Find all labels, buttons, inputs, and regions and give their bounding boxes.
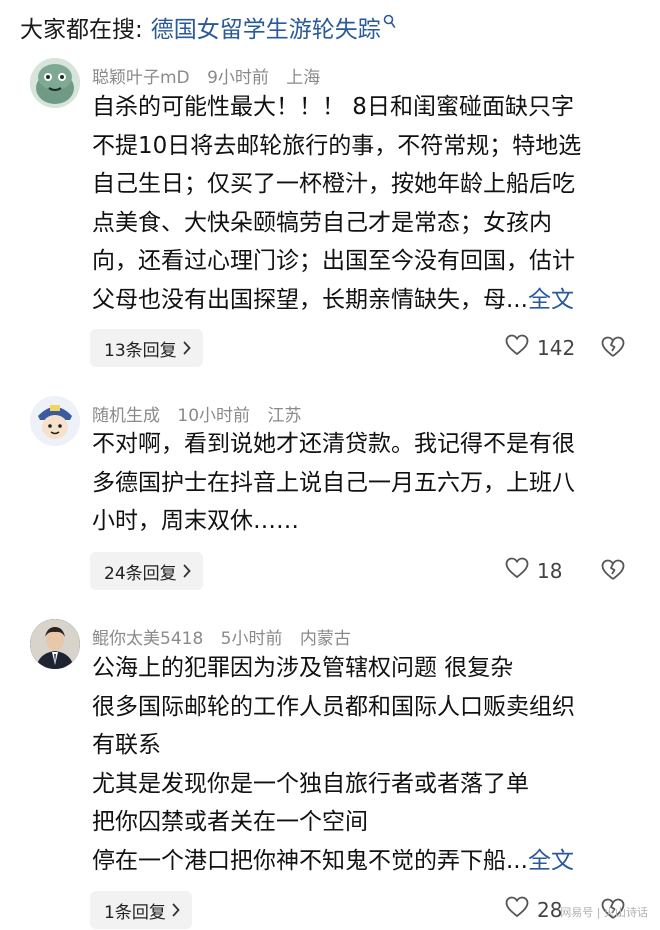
comment-line: 不对啊，看到说她才还清贷款。我记得不是有很 [92,431,575,457]
comment-line: 有联系 [92,732,161,758]
broken-heart-icon [601,559,625,580]
comment-line: 自杀的可能性最大！！！ 8日和闺蜜碰面缺只字 [92,94,574,120]
comment-line: 多德国护士在抖音上说自己一月五六万，上班八 [92,469,575,496]
comment-line: 停在一个港口把你神不知鬼不觉的弄下船... [92,847,528,874]
timestamp: 5小时前 [220,629,283,649]
username[interactable]: 随机生成 [92,406,160,426]
location: 内蒙古 [299,629,351,649]
heart-icon[interactable] [505,557,529,584]
like-count: 28 [537,897,563,922]
trending-search-label: 大家都在搜: [20,17,143,43]
replies-count: 1条回复 [104,902,166,923]
comment-line: 尤其是发现你是一个独自旅行者或者落了单 [92,770,529,797]
replies-count: 13条回复 [104,340,177,361]
comment-line: 小时，周末双休…… [92,508,299,534]
heart-icon[interactable] [505,334,529,361]
chevron-right-icon [172,903,180,917]
comment-text: 公海上的犯罪因为涉及管辖权问题 很复杂 很多国际邮轮的工作人员都和国际人口贩卖组… [92,649,637,880]
chevron-right-icon [183,564,191,578]
comment-line: 自己生日；仅买了一杯橙汁，按她年龄上船后吃 [92,171,575,197]
comment-meta: 随机生成 10小时前 江苏 [92,401,301,426]
dislike-button[interactable] [600,336,626,362]
timestamp: 10小时前 [177,406,251,426]
search-icon[interactable] [383,9,396,35]
dislike-button[interactable] [600,559,626,585]
location: 江苏 [267,406,302,426]
replies-count: 24条回复 [104,563,177,584]
comment-meta: 鲲你太美5418 5小时前 内蒙古 [92,624,351,649]
watermark: 网易号 | 火山诗话 [560,906,648,919]
like-button[interactable]: 18 [505,557,562,584]
trending-search-link[interactable]: 德国女留学生游轮失踪 [151,10,381,44]
comment-line: 向，还看过心理门诊；出国至今没有回国，估计 [92,248,575,274]
timestamp: 9小时前 [207,68,269,88]
username[interactable]: 聪颖叶子mD [92,68,190,88]
like-button[interactable]: 28 [505,896,562,923]
comment-meta: 聪颖叶子mD 9小时前 上海 [92,63,320,88]
comment-text: 自杀的可能性最大！！！ 8日和闺蜜碰面缺只字 不提10日将去邮轮旅行的事，不符常… [92,88,637,319]
avatar[interactable] [30,619,80,669]
comment-line: 公海上的犯罪因为涉及管辖权问题 很复杂 [92,655,514,681]
username[interactable]: 鲲你太美5418 [92,629,203,649]
replies-button[interactable]: 24条回复 [90,552,203,590]
like-count: 18 [537,558,563,583]
comment-line: 点美食、大快朵颐犒劳自己才是常态；女孩内 [92,209,552,236]
comment-line: 不提10日将去邮轮旅行的事，不符常规；特地选 [92,132,582,159]
full-text-link[interactable]: 全文 [528,848,574,874]
replies-button[interactable]: 1条回复 [90,891,192,929]
trending-search-bar[interactable]: 大家都在搜: 德国女留学生游轮失踪 [20,8,396,46]
like-button[interactable]: 142 [505,334,575,361]
replies-button[interactable]: 13条回复 [90,329,203,367]
broken-heart-icon [601,336,625,357]
comment-line: 很多国际邮轮的工作人员都和国际人口贩卖组织 [92,693,575,720]
heart-icon[interactable] [505,896,529,923]
location: 上海 [286,68,321,88]
comment-line: 把你囚禁或者关在一个空间 [92,809,368,835]
full-text-link[interactable]: 全文 [528,287,574,313]
avatar[interactable] [30,396,80,446]
like-count: 142 [537,335,576,360]
avatar[interactable] [30,58,80,108]
comment-text: 不对啊，看到说她才还清贷款。我记得不是有很 多德国护士在抖音上说自己一月五六万，… [92,425,637,541]
chevron-right-icon [183,341,191,355]
comment-line: 父母也没有出国探望，长期亲情缺失，母... [92,286,528,313]
